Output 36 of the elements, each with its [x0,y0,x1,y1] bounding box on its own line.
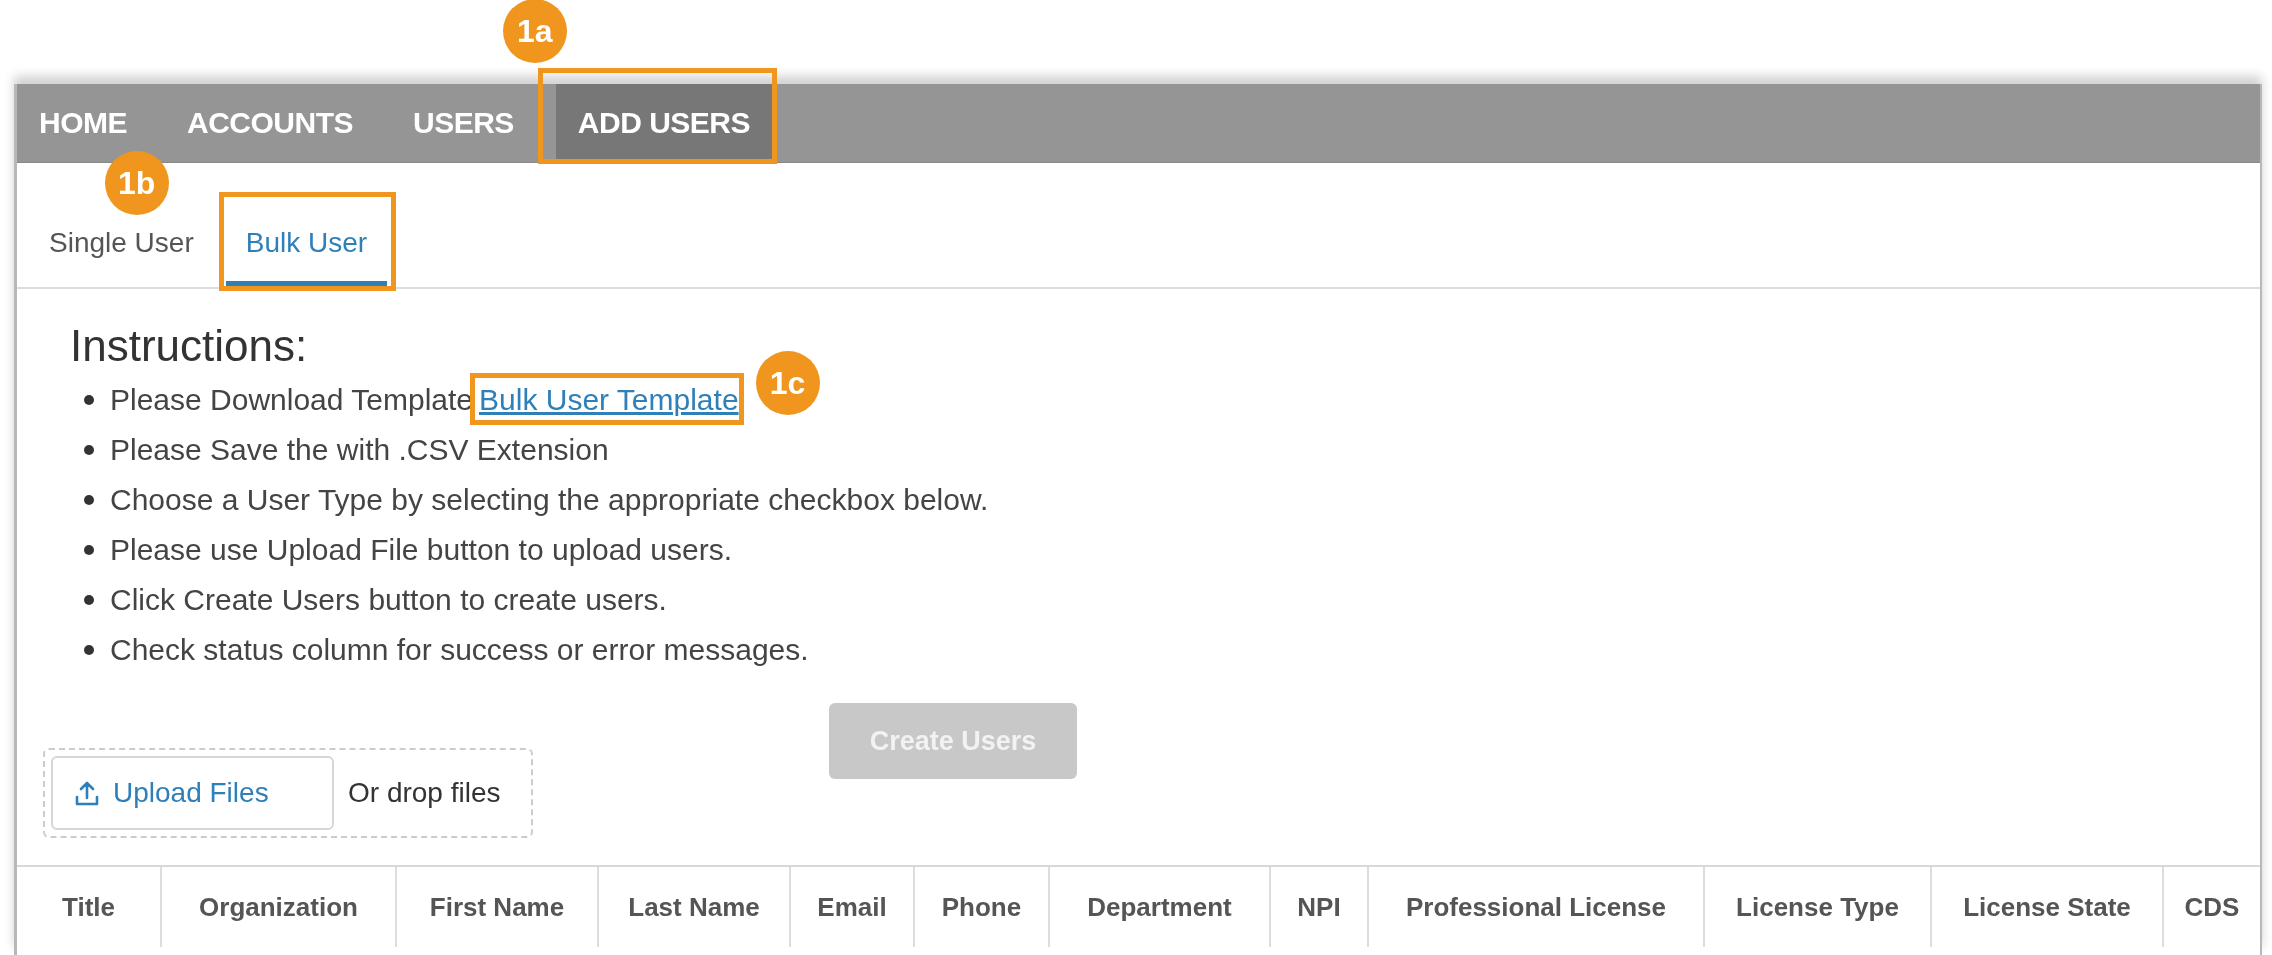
drop-zone[interactable]: Upload Files Or drop files [43,748,533,838]
instruction-text: Please use Upload File button to upload users. [110,533,733,567]
bullet-icon [84,495,94,505]
nav-item[interactable]: USERS [395,84,532,162]
column-header: Title [17,867,162,947]
instruction-text: Choose a User Type by selecting the appropriate checkbox below. [110,483,989,517]
upload-button[interactable]: Upload Files [51,756,334,830]
instruction-text: Please Download Template [110,383,473,417]
nav-item[interactable]: ACCOUNTS [169,84,371,162]
bullet-icon [84,545,94,555]
column-header: Department [1050,867,1271,947]
column-header: Last Name [599,867,791,947]
column-header: NPI [1271,867,1369,947]
instructions-heading: Instructions: [70,321,309,371]
upload-icon [75,780,99,806]
column-header: Phone [915,867,1050,947]
instruction-text: Check status column for success or error messages. [110,633,809,667]
template-link[interactable]: Bulk User Template [479,383,739,417]
column-header: Professional License [1369,867,1705,947]
column-header: CDS [2183,890,2241,924]
bullet-icon [84,645,94,655]
column-header: License State [1932,867,2164,947]
tab[interactable]: Bulk User [225,227,388,287]
bullet-icon [84,395,94,405]
column-header: License Type [1705,867,1932,947]
instruction-text: Click Create Users button to create users. [110,583,667,617]
column-header: Email [791,867,915,947]
drop-hint: Or drop files [348,777,501,809]
bullet-icon [84,595,94,605]
column-header: Organization [162,867,397,947]
bullet-icon [84,445,94,455]
tab[interactable]: Single User [29,227,214,287]
step-badge: 1a [502,0,567,63]
instruction-text: Please Save the with .CSV Extension [110,433,609,467]
column-header: First Name [397,867,599,947]
nav-item[interactable]: ADD USERS [555,84,773,162]
